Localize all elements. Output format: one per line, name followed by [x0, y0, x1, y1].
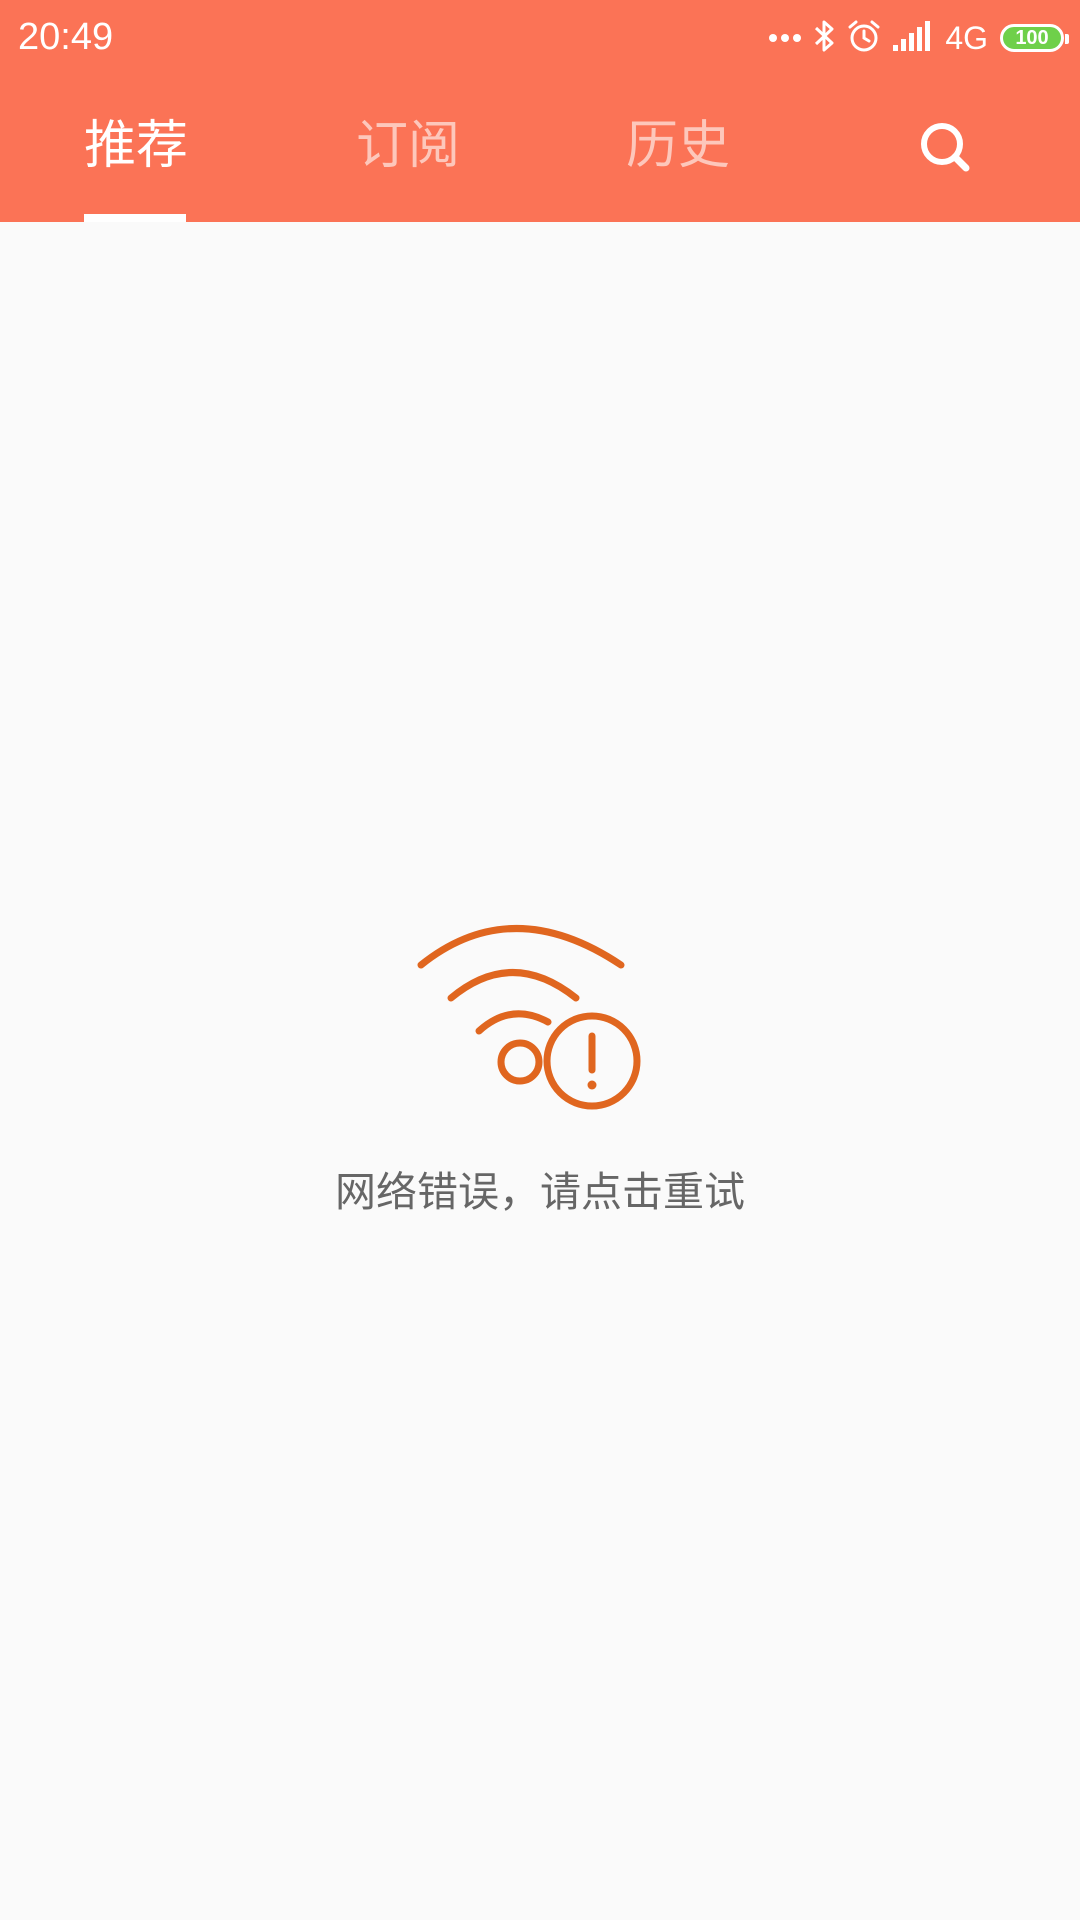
- battery-icon: 100: [1000, 24, 1069, 52]
- search-icon: [921, 123, 970, 172]
- more-dots-icon: [769, 29, 802, 48]
- header: 20:49 4G 100 推荐 订阅 历史: [0, 0, 1080, 222]
- status-icons: 4G 100: [769, 16, 1069, 60]
- search-button[interactable]: [916, 118, 976, 178]
- tab-recommend[interactable]: 推荐: [66, 106, 206, 186]
- network-type: 4G: [945, 20, 988, 56]
- error-message: 网络错误，请点击重试: [335, 1168, 745, 1216]
- tab-history[interactable]: 历史: [608, 106, 748, 186]
- wifi-error-icon: [417, 925, 641, 1110]
- tab-subscribe[interactable]: 订阅: [338, 106, 478, 186]
- alarm-icon: [847, 19, 881, 57]
- content-area: 网络错误，请点击重试: [0, 222, 1080, 1920]
- app-screen: 20:49 4G 100 推荐 订阅 历史 网络错误，请点击重试: [0, 0, 1080, 1920]
- battery-level: 100: [1015, 27, 1049, 49]
- signal-icon: [893, 21, 933, 55]
- active-tab-indicator: [84, 214, 186, 222]
- tab-bar: 推荐 订阅 历史: [0, 74, 1080, 222]
- status-bar: 20:49 4G 100: [0, 0, 1080, 74]
- retry-area[interactable]: 网络错误，请点击重试: [290, 922, 790, 1462]
- battery-cap: [1065, 34, 1069, 44]
- bluetooth-icon: [813, 19, 835, 57]
- status-time: 20:49: [18, 16, 114, 58]
